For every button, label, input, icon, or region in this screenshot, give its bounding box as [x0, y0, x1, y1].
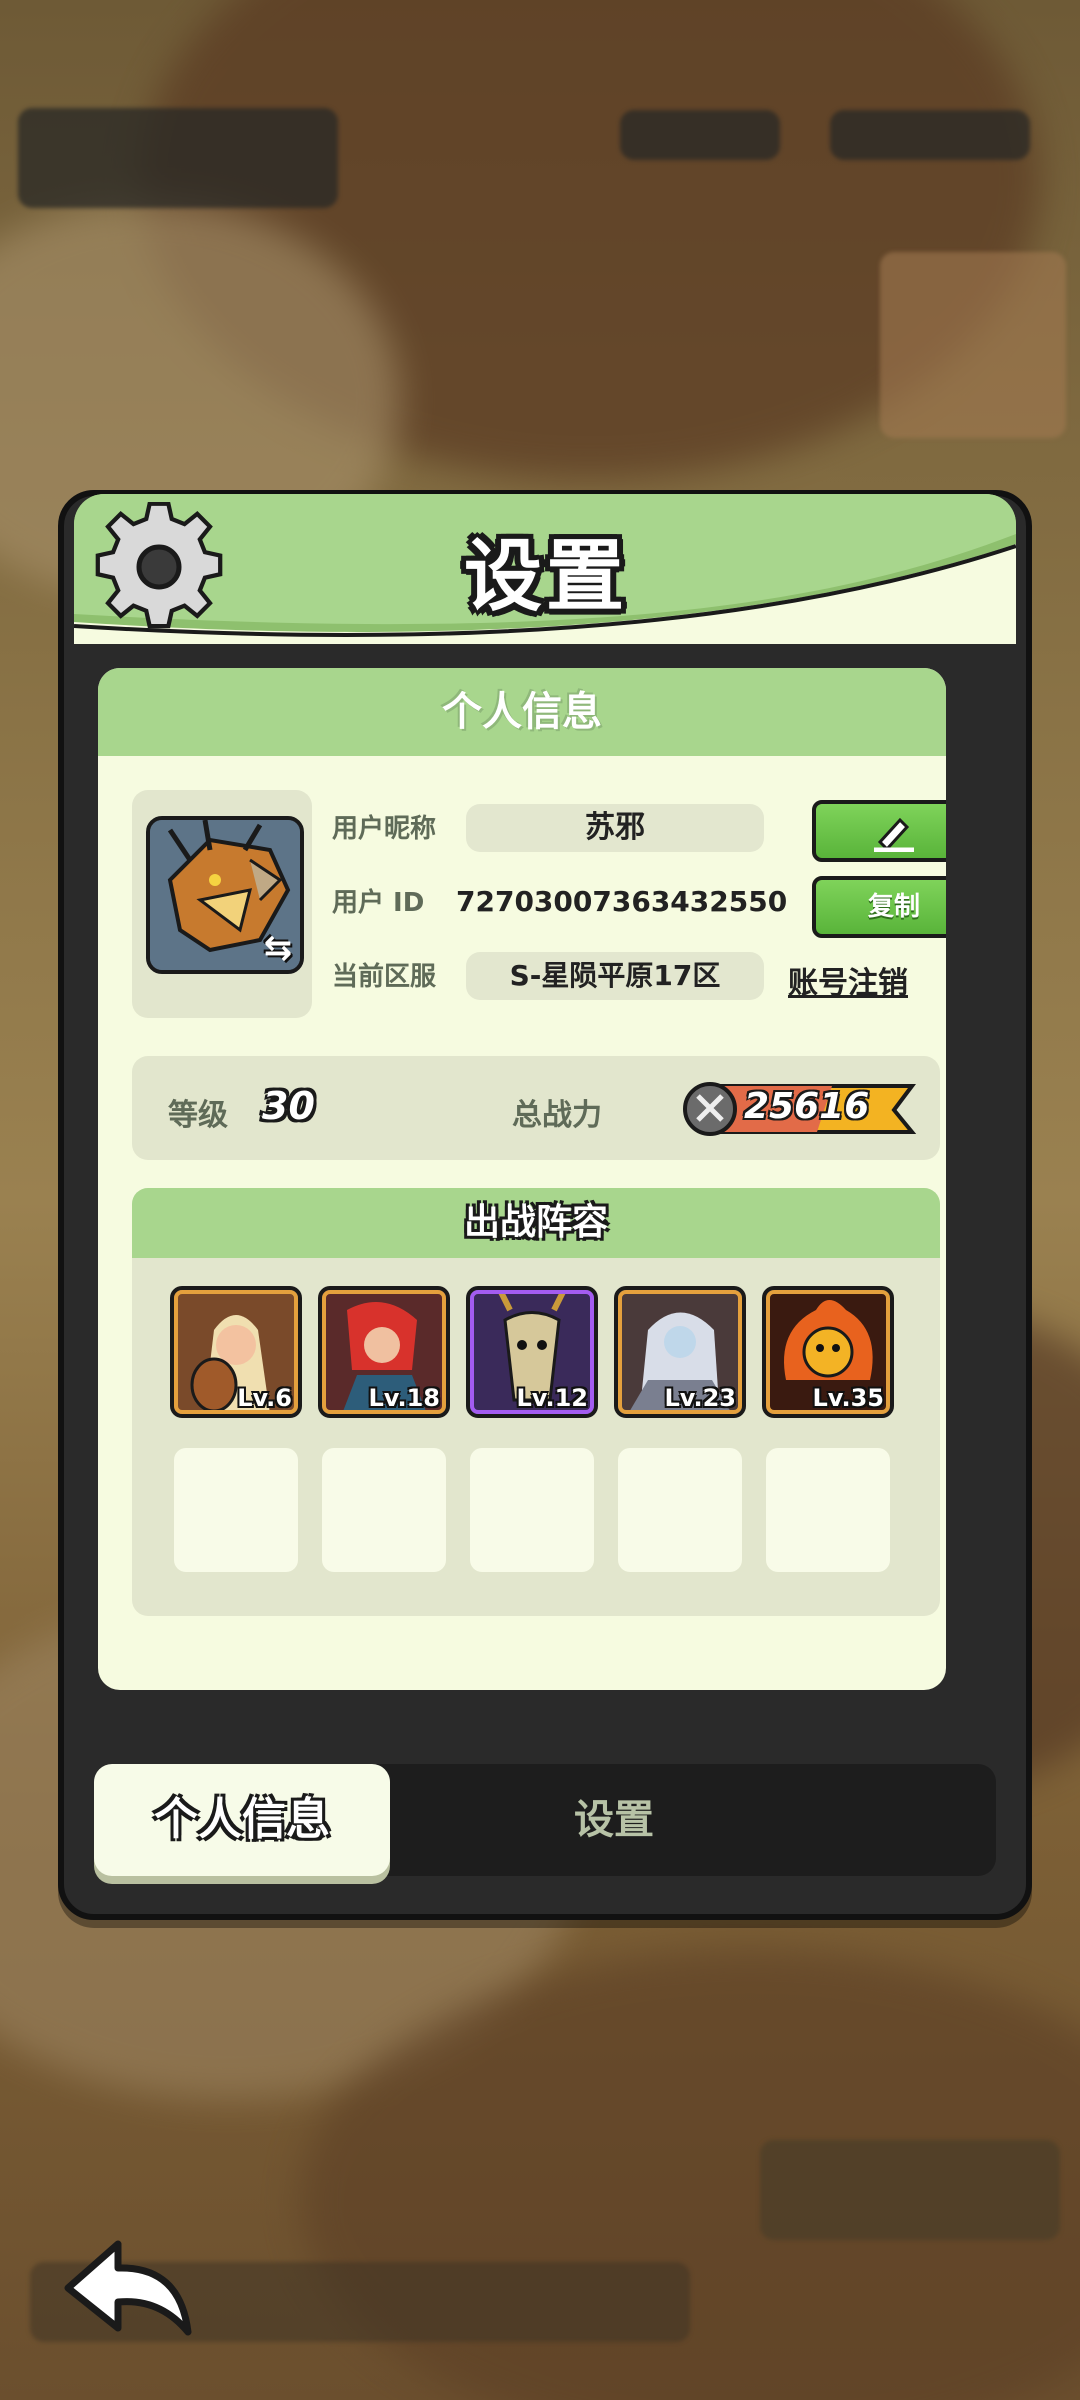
- hero-level: Lv.12: [516, 1384, 589, 1412]
- stats-bar: 等级 30 总战力 25616: [132, 1056, 940, 1160]
- hero-slot-1[interactable]: Lv.6: [170, 1286, 302, 1418]
- uid-label: 用户 ID: [332, 888, 425, 918]
- power-label: 总战力: [512, 1098, 602, 1133]
- hero-slot-4[interactable]: Lv.23: [614, 1286, 746, 1418]
- edit-nickname-button[interactable]: [812, 800, 946, 862]
- lineup-header: 出战阵容: [132, 1188, 940, 1258]
- panel-header: 个人信息: [98, 668, 946, 756]
- hero-slot-5[interactable]: Lv.35: [762, 1286, 894, 1418]
- hero-level: Lv.23: [664, 1384, 737, 1412]
- hero-level: Lv.18: [368, 1384, 441, 1412]
- empty-slot[interactable]: [322, 1448, 446, 1572]
- uid-value: 72703007363432550: [456, 885, 788, 918]
- deregister-account-link[interactable]: 账号注销: [788, 958, 908, 1002]
- hero-level: Lv.35: [812, 1384, 885, 1412]
- empty-slot[interactable]: [470, 1448, 594, 1572]
- settings-dialog: 设置 个人信息 ⇆ 用户昵称 苏邪 用户 ID 7270300736343255…: [58, 490, 1032, 1920]
- copy-uid-button[interactable]: 复制: [812, 876, 946, 938]
- pencil-icon: [870, 816, 918, 852]
- nickname-field: 苏邪: [466, 804, 764, 852]
- tab-bar: 个人信息 设置: [94, 1764, 996, 1876]
- battle-lineup: 出战阵容 Lv.6 Lv.18 Lv.12 Lv.23 Lv.35: [132, 1188, 940, 1616]
- empty-slot[interactable]: [766, 1448, 890, 1572]
- nickname-label: 用户昵称: [332, 814, 437, 844]
- server-field: S-星陨平原17区: [466, 952, 764, 1000]
- power-value: 25616: [744, 1086, 870, 1127]
- hero-slot-2[interactable]: Lv.18: [318, 1286, 450, 1418]
- dialog-title: 设置: [463, 532, 628, 622]
- avatar[interactable]: ⇆: [146, 816, 304, 974]
- server-label: 当前区服: [332, 962, 437, 992]
- hero-level: Lv.6: [237, 1384, 292, 1412]
- empty-slot[interactable]: [174, 1448, 298, 1572]
- tab-settings[interactable]: 设置: [514, 1764, 714, 1876]
- personal-info-panel: 个人信息 ⇆ 用户昵称 苏邪 用户 ID 72703007363432550 复…: [98, 668, 946, 1690]
- hero-slot-3[interactable]: Lv.12: [466, 1286, 598, 1418]
- power-badge: 25616: [682, 1080, 922, 1138]
- back-arrow-icon[interactable]: [60, 2236, 200, 2346]
- tab-personal-info[interactable]: 个人信息: [94, 1764, 390, 1876]
- avatar-box: ⇆: [132, 790, 312, 1018]
- level-label: 等级: [168, 1098, 228, 1133]
- level-value: 30: [262, 1084, 315, 1128]
- swap-avatar-icon[interactable]: ⇆: [258, 928, 298, 968]
- empty-slot[interactable]: [618, 1448, 742, 1572]
